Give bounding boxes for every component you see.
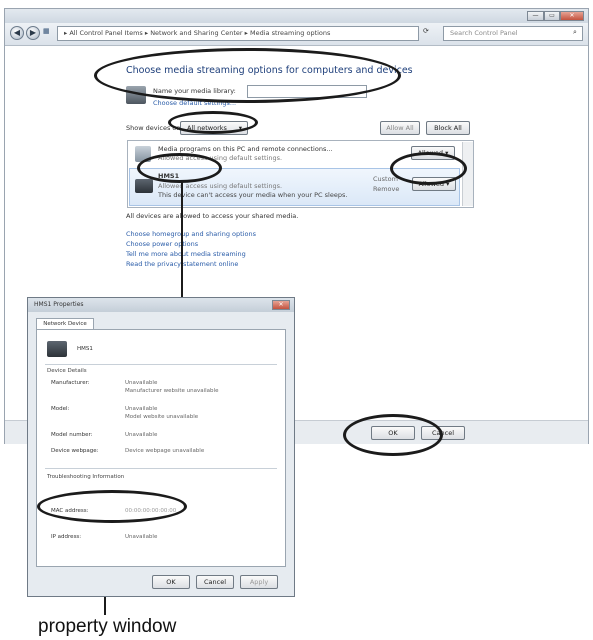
manufacturer-label: Manufacturer: [51,380,90,386]
title-bar: — ▭ ✕ [5,9,588,23]
connector-line [181,182,183,301]
model-website: Model website unavailable [125,414,199,420]
model-label: Model: [51,406,70,412]
divider [45,468,277,469]
refresh-icon[interactable]: ⟳ [423,27,429,35]
close-button[interactable]: ✕ [560,11,584,21]
manufacturer-website: Manufacturer website unavailable [125,388,219,394]
device-webpage-value: Device webpage unavailable [125,448,205,454]
properties-panel: HMS1 Device Details Manufacturer: Unavai… [36,329,286,567]
maximize-button[interactable]: ▭ [544,11,560,21]
breadcrumb[interactable]: ▸ All Control Panel Items ▸ Network and … [57,26,419,41]
allow-all-button[interactable]: Allow All [380,121,420,135]
section-title: Device Details [47,368,87,374]
apply-button[interactable]: Apply [240,575,278,589]
model-number-label: Model number: [51,432,93,438]
annotation-ring [37,490,187,523]
close-button[interactable]: ✕ [272,300,290,310]
ip-address-value: Unavailable [125,534,158,540]
annotation-ring [390,152,467,185]
title-bar: HMS1 Properties ✕ [28,298,294,312]
device-name: Media programs on this PC and remote con… [158,145,333,153]
forward-icon[interactable]: ▶ [26,26,40,40]
homegroup-link[interactable]: Choose homegroup and sharing options [126,230,256,238]
folder-icon: ▦ [43,27,50,35]
device-note: This device can't access your media when… [158,191,348,199]
back-icon[interactable]: ◀ [10,26,24,40]
model-number-value: Unavailable [125,432,158,438]
address-bar: ◀ ▶ ▦ ▸ All Control Panel Items ▸ Networ… [5,23,588,46]
device-status-text: Allowed access using default settings. [158,182,283,190]
annotation-ring [137,153,222,183]
remove-link[interactable]: Remove [373,185,399,193]
device-name: HMS1 [77,346,93,352]
annotation-ring [168,111,258,134]
ip-address-label: IP address: [51,534,82,540]
figure-caption: property window [38,616,177,637]
minimize-button[interactable]: — [527,11,544,21]
ok-button[interactable]: OK [152,575,190,589]
manufacturer-value: Unavailable [125,380,158,386]
caption-pointer [104,597,106,615]
media-device-icon [135,179,153,193]
annotation-ring [343,414,443,456]
section-title: Troubleshooting Information [47,474,125,480]
annotation-ring [94,48,401,103]
device-webpage-label: Device webpage: [51,448,99,454]
block-all-button[interactable]: Block All [426,121,470,135]
search-icon[interactable]: ⌕ [573,28,577,37]
model-value: Unavailable [125,406,158,412]
cancel-button[interactable]: Cancel [196,575,234,589]
search-input[interactable]: Search Control Panel [443,26,583,41]
learn-more-link[interactable]: Tell me more about media streaming [126,250,246,258]
window-title: HMS1 Properties [34,301,84,308]
property-window: HMS1 Properties ✕ Network Device HMS1 De… [27,297,295,597]
divider [45,364,277,365]
media-device-icon [47,341,67,357]
access-note: All devices are allowed to access your s… [126,212,299,220]
power-options-link[interactable]: Choose power options [126,240,198,248]
